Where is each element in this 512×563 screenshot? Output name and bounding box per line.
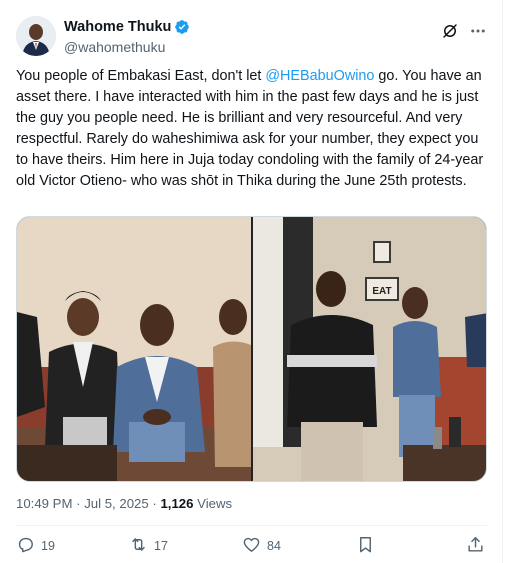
- mention-link[interactable]: @HEBabuOwino: [265, 68, 374, 84]
- like-button[interactable]: 84: [242, 535, 281, 557]
- reply-icon: [16, 535, 41, 557]
- meta-separator: ·: [148, 496, 161, 511]
- media-grid: EAT: [16, 216, 487, 482]
- divider: [16, 525, 487, 526]
- like-icon: [242, 535, 267, 557]
- tweet-text-part: You people of Embakasi East, don't let: [16, 68, 266, 84]
- reply-count: 19: [41, 539, 55, 553]
- tweet-text: You people of Embakasi East, don't let @…: [16, 66, 494, 192]
- timestamp-time[interactable]: 10:49 PM: [16, 496, 72, 511]
- timestamp-date[interactable]: Jul 5, 2025: [84, 496, 149, 511]
- share-icon: [466, 535, 491, 557]
- reply-button[interactable]: 19: [16, 535, 55, 557]
- svg-text:EAT: EAT: [372, 286, 391, 297]
- photo-right[interactable]: EAT: [253, 217, 486, 481]
- display-name[interactable]: Wahome Thuku: [64, 19, 171, 35]
- tweet-text-part: go. You have an asset there. I have inte…: [16, 68, 484, 189]
- share-button[interactable]: [466, 535, 491, 557]
- meta-separator: ·: [72, 496, 85, 511]
- tweet-card: Wahome Thuku @wahomethuku You people of …: [0, 0, 503, 563]
- tweet-header: Wahome Thuku @wahomethuku: [16, 16, 487, 58]
- handle[interactable]: @wahomethuku: [64, 39, 190, 55]
- tweet-meta: 10:49 PM · Jul 5, 2025 · 1,126 Views: [16, 496, 232, 511]
- like-count: 84: [267, 539, 281, 553]
- action-bar: 19 17 84: [16, 535, 487, 559]
- repost-icon: [129, 535, 154, 557]
- grok-icon[interactable]: [441, 22, 459, 40]
- more-icon[interactable]: [469, 22, 487, 40]
- bookmark-button[interactable]: [356, 535, 381, 557]
- avatar[interactable]: [16, 16, 56, 56]
- repost-button[interactable]: 17: [129, 535, 168, 557]
- bookmark-icon: [356, 535, 381, 557]
- repost-count: 17: [154, 539, 168, 553]
- photo-left[interactable]: [17, 217, 251, 481]
- views-count: 1,126: [160, 496, 194, 511]
- verified-badge-icon: [174, 19, 190, 35]
- views-label: Views: [193, 496, 233, 511]
